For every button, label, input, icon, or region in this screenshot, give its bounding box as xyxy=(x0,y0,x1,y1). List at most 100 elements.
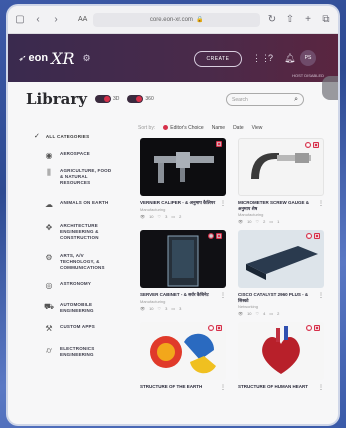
vr-badge-icon: ▣ xyxy=(216,141,222,147)
360-badge-icon: ◯ xyxy=(305,142,311,148)
toggle-3d-label: 3D xyxy=(112,96,120,102)
thumb-badges: ◯ ▣ xyxy=(306,325,320,331)
stat-comments: 2 xyxy=(179,213,182,219)
view-icon: 👁︎ xyxy=(238,219,244,224)
sidebar-icon[interactable]: ▢ xyxy=(14,14,26,26)
card-category: Manufacturing xyxy=(238,212,264,217)
vr-badge-icon: ▣ xyxy=(216,233,222,239)
thumb-badges: ◯ ▣ xyxy=(306,233,320,239)
arts-icon: ⚙ xyxy=(45,253,53,262)
forward-icon[interactable]: › xyxy=(50,14,62,26)
category-all-label: ALL CATEGORIES xyxy=(45,133,90,139)
like-icon: ♡ xyxy=(157,305,162,311)
more-options-icon[interactable]: ⋮ xyxy=(220,292,226,299)
notification-bell-icon[interactable]: 🔔︎ xyxy=(284,53,295,64)
card-title: CISCO CATALYST 2960 PLUS - & सिस्को xyxy=(238,292,309,303)
view-icon: 👁︎ xyxy=(140,213,146,219)
animal-icon: ☁ xyxy=(45,200,53,209)
side-handle[interactable] xyxy=(322,76,338,100)
asset-thumbnail[interactable]: ◯ ▣ xyxy=(140,230,226,288)
asset-card[interactable]: ▣ VERNIER CALIPER - & अनुमाप कैलिपर ⋮ Ma… xyxy=(140,138,226,219)
category-electronics[interactable]: ⌭ ELECTRONICS ENGINEERING xyxy=(44,346,126,358)
lock-icon: 🔒 xyxy=(195,17,204,23)
url-text: core.eon-xr.com xyxy=(149,16,193,23)
stat-likes: 4 xyxy=(263,311,266,316)
category-label: ARCHITECTURE ENGINEERING & CONSTRUCTION xyxy=(60,223,99,240)
reload-icon[interactable]: ↻ xyxy=(266,14,278,26)
toggle-360[interactable]: 360 xyxy=(127,95,154,103)
sort-option-editors-choice[interactable]: Editor's Choice xyxy=(163,125,204,131)
asset-thumbnail[interactable]: ◯ ▣ xyxy=(140,322,226,380)
back-icon[interactable]: ‹ xyxy=(32,14,44,26)
search-input[interactable]: Search ⌕ xyxy=(226,93,304,106)
more-options-icon[interactable]: ⋮ xyxy=(220,384,226,391)
category-agriculture[interactable]: ⫼ AGRICULTURE, FOOD & NATURAL RESOURCES xyxy=(44,168,126,186)
aerospace-icon: ◉ xyxy=(45,151,53,160)
tabs-icon[interactable]: ⧉ xyxy=(320,14,332,26)
toggle-360-switch[interactable] xyxy=(127,95,144,103)
sort-option-date[interactable]: Date xyxy=(233,125,244,131)
asset-card[interactable]: ◯ ▣ MICROMETER SCREW GAUGE & अनुमाप शेष … xyxy=(238,138,324,224)
sort-option-name[interactable]: Name xyxy=(212,125,225,131)
more-options-icon[interactable]: ⋮ xyxy=(318,292,324,299)
category-animals[interactable]: ☁ ANIMALS ON EARTH xyxy=(44,200,126,209)
search-icon[interactable]: ⌕ xyxy=(294,96,298,104)
asset-thumbnail[interactable]: ◯ ▣ xyxy=(238,322,324,380)
new-tab-icon[interactable]: + xyxy=(302,14,314,26)
tablet-screen: ▢ ‹ › AA core.eon-xr.com 🔒 ↻ ⇧ + ⧉ ➶ eon… xyxy=(8,6,338,424)
card-title: SERVER CABINET - & सर्वर कैबिनेट xyxy=(140,292,209,297)
help-icon[interactable]: ? xyxy=(268,53,273,63)
eon-xr-logo[interactable]: ➶ eon XR xyxy=(18,49,75,68)
toggle-3d[interactable]: 3D xyxy=(94,95,120,103)
settings-gear-icon[interactable]: ⚙ xyxy=(83,53,91,64)
more-options-icon[interactable]: ⋮ xyxy=(220,200,226,207)
category-arts[interactable]: ⚙ ARTS, A/V TECHNOLOGY, & COMMUNICATIONS xyxy=(44,253,126,271)
asset-thumbnail[interactable]: ◯ ▣ xyxy=(238,230,324,288)
category-astronomy[interactable]: ◎ ASTRONOMY xyxy=(44,281,126,290)
category-label: ELECTRONICS ENGINEERING xyxy=(60,346,95,357)
more-options-icon[interactable]: ⋮ xyxy=(318,200,324,207)
toggle-3d-switch[interactable] xyxy=(94,95,111,103)
asset-card[interactable]: ◯ ▣ STRUCTURE OF THE EARTH ⋮ xyxy=(140,322,226,391)
card-title: MICROMETER SCREW GAUGE & अनुमाप शेष xyxy=(238,200,310,211)
radio-selected-icon xyxy=(163,125,169,131)
asset-thumbnail[interactable]: ▣ xyxy=(140,138,226,196)
automobile-icon: ⛟ xyxy=(44,302,55,311)
category-architecture[interactable]: ✥ ARCHITECTURE ENGINEERING & CONSTRUCTIO… xyxy=(44,223,126,241)
sort-option-view[interactable]: View xyxy=(252,125,263,131)
card-category: Manufacturing xyxy=(140,206,166,212)
address-bar[interactable]: core.eon-xr.com 🔒 xyxy=(93,12,260,27)
stat-views: 10 xyxy=(149,305,154,311)
stat-comments: 2 xyxy=(277,311,280,316)
stat-views: 10 xyxy=(247,311,252,316)
more-options-icon[interactable]: ⋮ xyxy=(318,384,324,391)
reader-button[interactable]: AA xyxy=(78,16,87,23)
asset-card[interactable]: ◯ ▣ SERVER CABINET - & सर्वर कैबिनेट ⋮ M… xyxy=(140,230,226,311)
vr-badge-icon: ▣ xyxy=(314,325,320,331)
sort-bar: Sort by: Editor's Choice Name Date View xyxy=(138,122,338,134)
360-badge-icon: ◯ xyxy=(208,233,214,239)
card-stats: 👁︎ 10 ♡ 3 ▭ 2 xyxy=(140,214,226,219)
asset-card[interactable]: ◯ ▣ CISCO CATALYST 2960 PLUS - & सिस्को … xyxy=(238,230,324,316)
vr-badge-icon: ▣ xyxy=(313,142,319,148)
stat-likes: 3 xyxy=(165,305,168,311)
thumb-badges: ◯ ▣ xyxy=(208,325,222,331)
category-aerospace[interactable]: ◉ AEROSPACE xyxy=(44,151,126,160)
stat-likes: 2 xyxy=(263,219,266,224)
asset-card[interactable]: ◯ ▣ STRUCTURE OF HUMAN HEART ⋮ xyxy=(238,322,324,391)
toggle-360-label: 360 xyxy=(145,96,154,102)
category-automobile[interactable]: ⛟ AUTOMOBILE ENGINEERING xyxy=(44,302,126,314)
asset-thumbnail[interactable]: ◯ ▣ xyxy=(238,138,324,196)
card-title: STRUCTURE OF HUMAN HEART xyxy=(238,384,308,389)
card-stats: 👁︎ 10 ♡ 4 ▭ 2 xyxy=(238,311,324,316)
category-all[interactable]: ✓ ALL CATEGORIES xyxy=(34,129,126,143)
app-header: ➶ eon XR ⚙ CREATE ⋮⋮ ? 🔔︎ PS HOST DISABL… xyxy=(8,34,338,82)
category-label: AUTOMOBILE ENGINEERING xyxy=(60,302,94,313)
share-icon[interactable]: ⇧ xyxy=(284,14,296,26)
user-avatar[interactable]: PS xyxy=(300,50,316,66)
comment-icon: ▭ xyxy=(269,219,274,224)
custom-apps-icon: ⚒ xyxy=(45,324,53,333)
create-button[interactable]: CREATE xyxy=(194,51,242,67)
card-category: Manufacturing xyxy=(140,298,166,304)
category-custom-apps[interactable]: ⚒ CUSTOM APPS xyxy=(44,324,126,333)
